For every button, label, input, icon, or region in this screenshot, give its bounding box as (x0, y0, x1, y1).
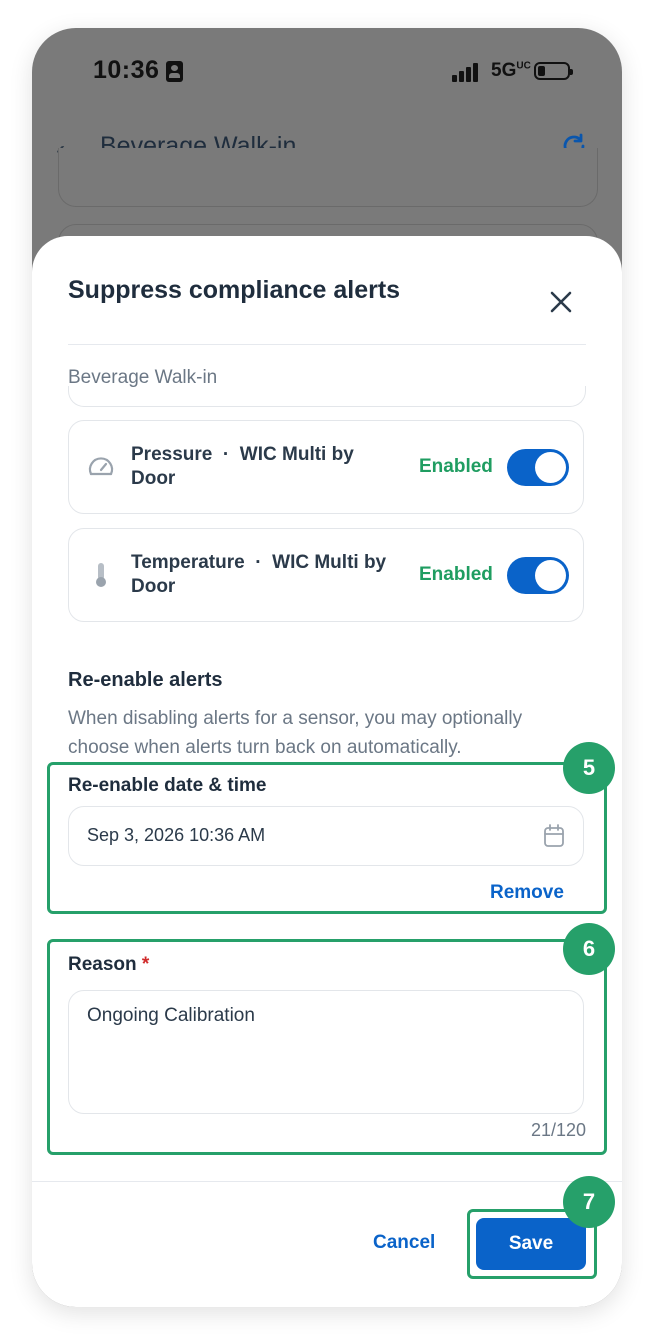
suppress-alerts-sheet: Suppress compliance alerts Beverage Walk… (32, 236, 622, 1307)
signal-icon (452, 62, 482, 82)
sensor-name: Pressure · WIC Multi by Door (131, 444, 354, 489)
reenable-section-title: Re-enable alerts (68, 669, 223, 691)
network-indicator: 5GUC (491, 60, 531, 81)
reenable-field-label: Re-enable date & time (68, 775, 267, 796)
background-card (58, 148, 598, 207)
status-time: 10:36 (93, 56, 160, 84)
close-icon[interactable] (546, 287, 576, 317)
sheet-title: Suppress compliance alerts (68, 276, 401, 304)
reenable-datetime-input[interactable]: Sep 3, 2026 10:36 AM (68, 806, 584, 866)
temperature-alert-toggle[interactable] (507, 557, 569, 594)
reason-field-label: Reason * (68, 954, 150, 975)
step-badge-7: 7 (563, 1176, 615, 1228)
sensor-state: Enabled (419, 564, 493, 585)
reason-value: Ongoing Calibration (87, 1005, 255, 1026)
reason-textarea[interactable]: Ongoing Calibration (68, 990, 584, 1114)
step-badge-6: 6 (563, 923, 615, 975)
cancel-button[interactable]: Cancel (373, 1232, 435, 1254)
status-bar: 10:36 5GUC (32, 28, 622, 118)
list-item-edge (68, 386, 586, 407)
character-counter: 21/120 (530, 1120, 586, 1140)
header-divider (68, 344, 586, 345)
phone-frame: 10:36 5GUC ‹ Beverage Walk-in Suppress c… (32, 28, 622, 1307)
save-button[interactable]: Save (476, 1218, 586, 1270)
id-badge-icon (166, 61, 183, 82)
pressure-alert-toggle[interactable] (507, 449, 569, 486)
datetime-value: Sep 3, 2026 10:36 AM (87, 825, 266, 845)
calendar-icon[interactable] (543, 824, 565, 848)
gauge-icon (88, 457, 114, 476)
footer-divider (32, 1181, 622, 1182)
reenable-description: When disabling alerts for a sensor, you … (68, 708, 523, 758)
sensor-card-pressure: Pressure · WIC Multi by Door Enabled (68, 420, 584, 514)
sensor-state: Enabled (419, 456, 493, 477)
sensor-name: Temperature · WIC Multi by Door (131, 552, 387, 597)
remove-button[interactable]: Remove (490, 882, 564, 904)
required-mark: * (141, 954, 150, 975)
battery-icon (534, 62, 573, 80)
sensor-card-temperature: Temperature · WIC Multi by Door Enabled (68, 528, 584, 622)
step-badge-5: 5 (563, 742, 615, 794)
thermometer-icon (96, 563, 106, 587)
